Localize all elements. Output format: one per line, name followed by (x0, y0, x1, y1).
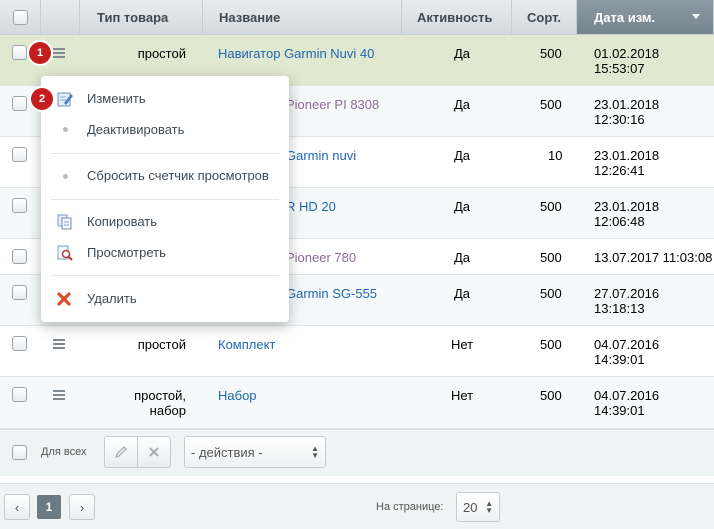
per-page-value: 20 (463, 499, 478, 515)
header-type[interactable]: Тип товара (80, 0, 203, 35)
actions-select[interactable]: - действия - ▲ ▼ (184, 436, 326, 468)
row-name-link[interactable]: Навигатор Garmin Nuvi 40 (218, 46, 374, 61)
magnifier-icon (57, 245, 73, 261)
row-name-link[interactable]: Garmin nuvi (286, 148, 356, 163)
row-time: 15:53:07 (594, 61, 645, 76)
updown-arrows-icon: ▲ ▼ (485, 499, 493, 515)
row-date: 23.01.2018 (594, 97, 660, 112)
updown-arrows-icon: ▲ ▼ (311, 444, 319, 460)
row-sort: 500 (540, 97, 562, 112)
per-page-select[interactable]: 20 ▲ ▼ (456, 492, 500, 522)
select-all-checkbox[interactable] (12, 9, 28, 25)
row-name-link[interactable]: Pioneer PI 8308 (286, 97, 379, 112)
row-type: простой, (134, 388, 186, 403)
edit-selected-button[interactable] (104, 436, 138, 468)
header-name[interactable]: Название (203, 0, 402, 35)
bullet-icon (63, 127, 68, 132)
row-date: 04.07.2016 (594, 337, 660, 352)
pencil-icon (57, 92, 73, 107)
menu-separator (51, 153, 279, 154)
prev-page-button[interactable]: ‹ (4, 494, 30, 520)
row-date: 13.07.2017 11:03:08 (594, 250, 713, 265)
for-all-label: Для всех (41, 446, 87, 458)
row-checkbox[interactable] (12, 285, 27, 300)
header-date[interactable]: Дата изм. (577, 0, 714, 35)
row-time: 14:39:01 (594, 403, 645, 418)
row-sort: 500 (540, 46, 562, 61)
row-sort: 500 (540, 388, 562, 403)
pencil-icon (114, 446, 127, 459)
row-active: Да (454, 250, 471, 265)
row-name-link[interactable]: Pioneer 780 (286, 250, 356, 265)
menu-item-copy[interactable]: Копировать (87, 214, 157, 229)
actions-select-value: - действия - (191, 444, 263, 460)
for-all-checkbox[interactable] (12, 445, 27, 460)
row-active: Да (454, 286, 471, 301)
pagination-bar: ‹ 1 › На странице: 20 ▲ ▼ (0, 483, 714, 529)
copy-icon (57, 214, 72, 230)
row-sort: 10 (548, 148, 563, 163)
step-badge-1: 1 (29, 42, 51, 64)
page-number-current[interactable]: 1 (37, 495, 61, 519)
group-actions-bar: Для всех - действия - ▲ ▼ (0, 429, 714, 476)
menu-item-deactivate[interactable]: Деактивировать (87, 122, 184, 137)
row-type-line2: набор (149, 403, 186, 418)
row-date: 23.01.2018 (594, 148, 660, 163)
row-checkbox[interactable] (12, 147, 27, 162)
header-checkbox-cell (0, 0, 41, 35)
menu-item-view[interactable]: Просмотреть (87, 245, 166, 260)
menu-separator (51, 275, 279, 276)
row-time: 12:06:48 (594, 214, 645, 229)
sort-desc-icon (692, 14, 700, 19)
red-x-icon (57, 292, 71, 306)
row-time: 12:30:16 (594, 112, 645, 127)
step-badge-2: 2 (31, 88, 53, 110)
next-page-button[interactable]: › (69, 494, 95, 520)
chevron-right-icon: › (79, 499, 85, 515)
row-sort: 500 (540, 286, 562, 301)
row-date: 23.01.2018 (594, 199, 660, 214)
header-date-label: Дата изм. (594, 9, 656, 25)
row-time: 13:18:13 (594, 301, 645, 316)
row-active: Да (454, 46, 471, 61)
row-active: Да (454, 148, 471, 163)
header-active[interactable]: Активность (402, 0, 512, 35)
row-active: Нет (451, 337, 474, 352)
row-time: 14:39:01 (594, 352, 645, 367)
row-active: Да (454, 199, 471, 214)
row-name-link[interactable]: Набор (218, 388, 257, 403)
menu-item-edit[interactable]: Изменить (87, 91, 146, 106)
row-date: 01.02.2018 (594, 46, 660, 61)
row-name-link[interactable]: Garmin SG-555 (286, 286, 377, 301)
row-date: 04.07.2016 (594, 388, 660, 403)
close-icon (149, 447, 159, 457)
row-type: простой (137, 337, 186, 352)
row-name-link[interactable]: R HD 20 (286, 199, 336, 214)
table-row[interactable]: простой, набор Набор Нет 500 04.07.2016 … (0, 377, 714, 429)
table-row[interactable]: простой Комплект Нет 500 04.07.2016 14:3… (0, 326, 714, 377)
row-name-link[interactable]: Комплект (218, 337, 275, 352)
row-checkbox[interactable] (12, 198, 27, 213)
menu-separator (51, 199, 279, 200)
header-sort[interactable]: Сорт. (512, 0, 577, 35)
bullet-icon (63, 174, 68, 179)
row-checkbox[interactable] (12, 96, 27, 111)
row-checkbox[interactable] (12, 249, 27, 264)
chevron-left-icon: ‹ (14, 499, 20, 515)
row-active: Да (454, 97, 471, 112)
menu-item-reset-counter[interactable]: Сбросить счетчик просмотров (87, 168, 269, 183)
row-active: Нет (451, 388, 474, 403)
row-sort: 500 (540, 199, 562, 214)
delete-selected-button[interactable] (137, 436, 171, 468)
row-date: 27.07.2016 (594, 286, 660, 301)
row-type: простой (137, 46, 186, 61)
per-page-label: На странице: (376, 501, 444, 513)
table-header: Тип товара Название Активность Сорт. Дат… (0, 0, 714, 35)
row-sort: 500 (540, 337, 562, 352)
header-menu-cell (41, 0, 80, 35)
row-sort: 500 (540, 250, 562, 265)
row-context-menu: Изменить Деактивировать Сбросить счетчик… (41, 76, 289, 322)
row-time: 12:26:41 (594, 163, 645, 178)
menu-item-delete[interactable]: Удалить (87, 291, 137, 306)
